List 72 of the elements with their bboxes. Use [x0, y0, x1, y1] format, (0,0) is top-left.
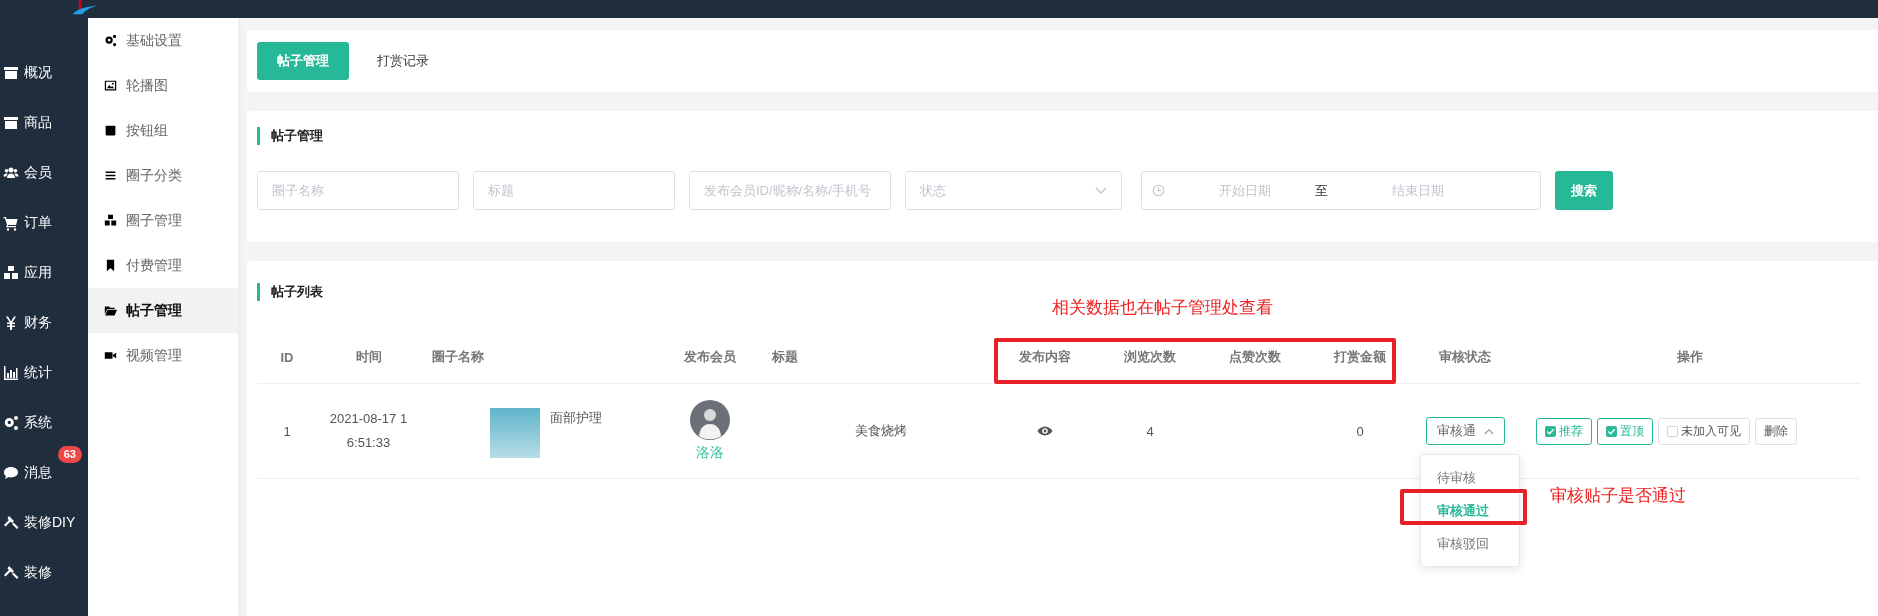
column-header: 发布会员 [684, 348, 736, 366]
avatar [690, 400, 730, 440]
column-header: 操作 [1677, 348, 1703, 366]
submenu-item[interactable]: 圈子管理 [88, 198, 238, 243]
box-icon [3, 65, 19, 81]
list-icon [104, 169, 117, 182]
submenu-item[interactable]: 圈子分类 [88, 153, 238, 198]
bar-chart-icon [3, 365, 19, 381]
annotation-text: 审核贴子是否通过 [1550, 485, 1686, 507]
submenu-item[interactable]: 付费管理 [88, 243, 238, 288]
unread-count-badge: 63 [57, 446, 82, 463]
cubes-icon [3, 265, 19, 281]
search-field[interactable]: 标题 [473, 171, 675, 210]
column-header: 发布内容 [1019, 348, 1071, 366]
sidebar-item[interactable]: 会员 [0, 148, 88, 198]
bookmark-icon [104, 259, 117, 272]
tab[interactable]: 打赏记录 [357, 42, 449, 80]
column-header: 打赏金额 [1334, 348, 1386, 366]
date-range-field[interactable]: 开始日期 至 结束日期 [1141, 171, 1541, 210]
table-cell: 美食烧烤 [855, 422, 907, 440]
sidebar-item[interactable]: 统计 [0, 348, 88, 398]
table-cell-text: 2021-08-17 16:51:33 [328, 410, 409, 452]
checkbox-button[interactable]: 未加入可见 [1658, 417, 1750, 445]
sidebar-item[interactable]: 财务 [0, 298, 88, 348]
gears-icon [104, 34, 117, 47]
column-header: 审核状态 [1439, 348, 1491, 366]
status-dropdown[interactable]: 审核通 [1425, 417, 1505, 445]
gears-icon [3, 415, 19, 431]
submenu-item[interactable]: 基础设置 [88, 18, 238, 63]
column-header: 标题 [772, 348, 798, 366]
search-field[interactable]: 发布会员ID/昵称/名称/手机号 [689, 171, 891, 210]
sidebar-item[interactable]: 概况 [0, 48, 88, 98]
sidebar-item[interactable]: 消息 63 [0, 448, 88, 498]
box-icon [3, 115, 19, 131]
chevron-up-icon [1483, 427, 1494, 435]
table-cell: 1 [283, 423, 291, 439]
section-title: 帖子管理 [257, 127, 1868, 145]
chevron-down-icon [1095, 186, 1107, 195]
sidebar-item[interactable]: 商品 [0, 98, 88, 148]
column-header: 时间 [355, 348, 382, 366]
cubes-icon [104, 214, 117, 227]
folder-icon [104, 304, 117, 317]
column-header: 圈子名称 [432, 348, 484, 366]
hammer-icon [3, 515, 19, 531]
delete-button[interactable]: 删除 [1755, 417, 1797, 445]
clock-icon [1152, 184, 1165, 197]
sidebar-item[interactable]: 装修 [0, 548, 88, 598]
photo-placeholder [490, 408, 540, 458]
table-cell: 0 [1356, 423, 1364, 439]
dropdown-option[interactable]: 待审核 [1421, 461, 1519, 494]
dropdown-option[interactable]: 审核驳回 [1421, 527, 1519, 560]
submenu-item[interactable]: 轮播图 [88, 63, 238, 108]
submenu-item[interactable]: 帖子管理 [88, 288, 238, 333]
chat-bubble-icon [3, 465, 19, 481]
hammer-icon [3, 565, 19, 581]
logo-icon [70, 0, 100, 16]
sidebar-item[interactable]: 系统 [0, 398, 88, 448]
table-cell: 4 [1146, 423, 1154, 439]
submenu-item[interactable]: 视频管理 [88, 333, 238, 378]
cart-icon [3, 215, 19, 231]
submenu-item[interactable]: 按钮组 [88, 108, 238, 153]
people-icon [3, 165, 19, 181]
sidebar-item[interactable]: 订单 [0, 198, 88, 248]
search-field[interactable]: 圈子名称 [257, 171, 459, 210]
image-icon [104, 79, 117, 92]
table-cell-text: 面部护理 [550, 409, 602, 427]
column-header: ID [280, 349, 294, 365]
column-header: 浏览次数 [1124, 348, 1176, 366]
sidebar-item[interactable]: 装修DIY [0, 498, 88, 548]
column-header: 点赞次数 [1229, 348, 1281, 366]
video-camera-icon [104, 349, 117, 362]
sidebar-item[interactable]: 应用 [0, 248, 88, 298]
